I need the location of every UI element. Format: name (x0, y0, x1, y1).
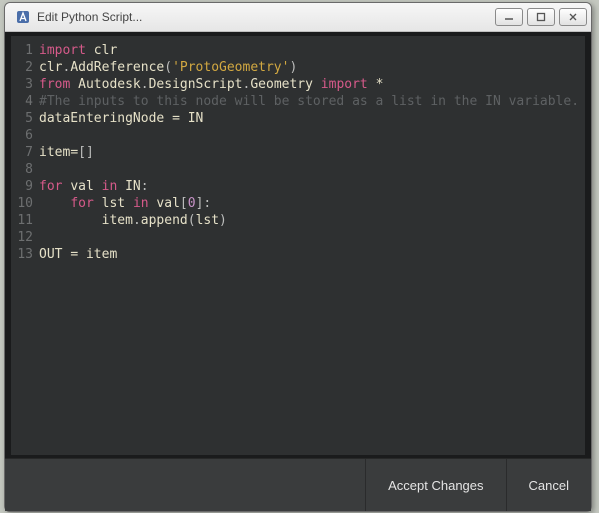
code-content[interactable] (39, 229, 585, 246)
maximize-button[interactable] (527, 8, 555, 26)
code-line[interactable]: 6 (11, 127, 585, 144)
code-content[interactable] (39, 161, 585, 178)
close-button[interactable] (559, 8, 587, 26)
cancel-button[interactable]: Cancel (506, 459, 591, 511)
code-line[interactable]: 13OUT = item (11, 246, 585, 263)
code-content[interactable]: OUT = item (39, 246, 585, 263)
line-number: 12 (11, 229, 39, 246)
script-editor-window: Edit Python Script... 1import clr2clr.Ad… (4, 2, 592, 512)
code-content[interactable]: item.append(lst) (39, 212, 585, 229)
line-number: 8 (11, 161, 39, 178)
code-line[interactable]: 12 (11, 229, 585, 246)
line-number: 2 (11, 59, 39, 76)
code-content[interactable]: item=[] (39, 144, 585, 161)
code-editor[interactable]: 1import clr2clr.AddReference('ProtoGeome… (5, 32, 591, 459)
code-line[interactable]: 11 item.append(lst) (11, 212, 585, 229)
code-content[interactable]: #The inputs to this node will be stored … (39, 93, 585, 110)
code-line[interactable]: 9for val in IN: (11, 178, 585, 195)
code-line[interactable]: 1import clr (11, 42, 585, 59)
code-line[interactable]: 10 for lst in val[0]: (11, 195, 585, 212)
code-line[interactable]: 4#The inputs to this node will be stored… (11, 93, 585, 110)
line-number: 3 (11, 76, 39, 93)
line-number: 13 (11, 246, 39, 263)
line-number: 1 (11, 42, 39, 59)
app-icon (15, 9, 31, 25)
code-line[interactable]: 5dataEnteringNode = IN (11, 110, 585, 127)
dialog-buttons: Accept Changes Cancel (5, 458, 591, 511)
line-number: 10 (11, 195, 39, 212)
code-line[interactable]: 7item=[] (11, 144, 585, 161)
line-number: 11 (11, 212, 39, 229)
code-line[interactable]: 2clr.AddReference('ProtoGeometry') (11, 59, 585, 76)
accept-button[interactable]: Accept Changes (365, 459, 505, 511)
line-number: 9 (11, 178, 39, 195)
code-content[interactable]: dataEnteringNode = IN (39, 110, 585, 127)
code-content[interactable] (39, 127, 585, 144)
code-content[interactable]: for lst in val[0]: (39, 195, 585, 212)
code-line[interactable]: 8 (11, 161, 585, 178)
code-content[interactable]: import clr (39, 42, 585, 59)
line-number: 7 (11, 144, 39, 161)
code-line[interactable]: 3from Autodesk.DesignScript.Geometry imp… (11, 76, 585, 93)
line-number: 6 (11, 127, 39, 144)
window-title: Edit Python Script... (37, 10, 142, 24)
code-content[interactable]: from Autodesk.DesignScript.Geometry impo… (39, 76, 585, 93)
line-number: 4 (11, 93, 39, 110)
minimize-button[interactable] (495, 8, 523, 26)
titlebar: Edit Python Script... (5, 3, 591, 32)
code-content[interactable]: clr.AddReference('ProtoGeometry') (39, 59, 585, 76)
code-content[interactable]: for val in IN: (39, 178, 585, 195)
line-number: 5 (11, 110, 39, 127)
